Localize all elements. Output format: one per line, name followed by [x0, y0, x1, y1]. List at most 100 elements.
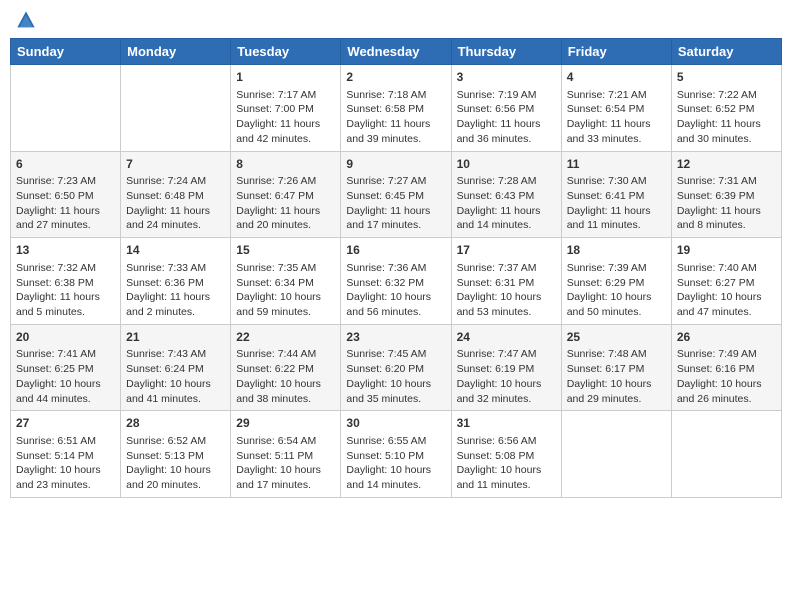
sunset-text: Sunset: 6:52 PM [677, 102, 776, 117]
calendar-cell [561, 411, 671, 498]
daylight-text: Daylight: 11 hours and 11 minutes. [567, 204, 666, 233]
day-number: 13 [16, 242, 115, 259]
sunrise-text: Sunrise: 7:49 AM [677, 347, 776, 362]
sunset-text: Sunset: 5:14 PM [16, 449, 115, 464]
calendar-cell: 18Sunrise: 7:39 AMSunset: 6:29 PMDayligh… [561, 238, 671, 325]
sunset-text: Sunset: 5:08 PM [457, 449, 556, 464]
calendar-cell: 16Sunrise: 7:36 AMSunset: 6:32 PMDayligh… [341, 238, 451, 325]
day-number: 6 [16, 156, 115, 173]
cell-content: 19Sunrise: 7:40 AMSunset: 6:27 PMDayligh… [677, 242, 776, 320]
sunrise-text: Sunrise: 7:22 AM [677, 88, 776, 103]
calendar-cell [671, 411, 781, 498]
calendar-cell: 9Sunrise: 7:27 AMSunset: 6:45 PMDaylight… [341, 151, 451, 238]
day-number: 15 [236, 242, 335, 259]
page-header [10, 10, 782, 30]
sunrise-text: Sunrise: 7:21 AM [567, 88, 666, 103]
logo [14, 10, 40, 30]
cell-content: 18Sunrise: 7:39 AMSunset: 6:29 PMDayligh… [567, 242, 666, 320]
sunrise-text: Sunrise: 7:40 AM [677, 261, 776, 276]
cell-content: 17Sunrise: 7:37 AMSunset: 6:31 PMDayligh… [457, 242, 556, 320]
sunset-text: Sunset: 6:45 PM [346, 189, 445, 204]
sunrise-text: Sunrise: 7:23 AM [16, 174, 115, 189]
sunrise-text: Sunrise: 6:54 AM [236, 434, 335, 449]
calendar-week-row: 6Sunrise: 7:23 AMSunset: 6:50 PMDaylight… [11, 151, 782, 238]
calendar-cell: 26Sunrise: 7:49 AMSunset: 6:16 PMDayligh… [671, 324, 781, 411]
daylight-text: Daylight: 11 hours and 14 minutes. [457, 204, 556, 233]
calendar-cell: 2Sunrise: 7:18 AMSunset: 6:58 PMDaylight… [341, 65, 451, 152]
sunset-text: Sunset: 6:22 PM [236, 362, 335, 377]
cell-content: 14Sunrise: 7:33 AMSunset: 6:36 PMDayligh… [126, 242, 225, 320]
cell-content: 20Sunrise: 7:41 AMSunset: 6:25 PMDayligh… [16, 329, 115, 407]
daylight-text: Daylight: 11 hours and 20 minutes. [236, 204, 335, 233]
day-number: 1 [236, 69, 335, 86]
sunset-text: Sunset: 6:29 PM [567, 276, 666, 291]
calendar-cell: 31Sunrise: 6:56 AMSunset: 5:08 PMDayligh… [451, 411, 561, 498]
daylight-text: Daylight: 11 hours and 24 minutes. [126, 204, 225, 233]
cell-content: 29 Sunrise: 6:54 AMSunset: 5:11 PMDayligh… [236, 415, 335, 493]
day-number: 17 [457, 242, 556, 259]
sunrise-text: Sunrise: 7:31 AM [677, 174, 776, 189]
calendar-table: SundayMondayTuesdayWednesdayThursdayFrid… [10, 38, 782, 498]
daylight-text: Daylight: 11 hours and 5 minutes. [16, 290, 115, 319]
daylight-text: Daylight: 11 hours and 17 minutes. [346, 204, 445, 233]
daylight-text: Daylight: 11 hours and 42 minutes. [236, 117, 335, 146]
day-number: 21 [126, 329, 225, 346]
day-number: 24 [457, 329, 556, 346]
daylight-text: Daylight: 10 hours and 17 minutes. [236, 463, 335, 492]
cell-content: 1Sunrise: 7:17 AMSunset: 7:00 PMDaylight… [236, 69, 335, 147]
daylight-text: Daylight: 10 hours and 32 minutes. [457, 377, 556, 406]
daylight-text: Daylight: 10 hours and 44 minutes. [16, 377, 115, 406]
day-number: 5 [677, 69, 776, 86]
daylight-text: Daylight: 10 hours and 20 minutes. [126, 463, 225, 492]
sunrise-text: Sunrise: 7:19 AM [457, 88, 556, 103]
calendar-cell: 15Sunrise: 7:35 AMSunset: 6:34 PMDayligh… [231, 238, 341, 325]
sunrise-text: Sunrise: 7:44 AM [236, 347, 335, 362]
calendar-cell: 1Sunrise: 7:17 AMSunset: 7:00 PMDaylight… [231, 65, 341, 152]
calendar-cell: 20Sunrise: 7:41 AMSunset: 6:25 PMDayligh… [11, 324, 121, 411]
sunset-text: Sunset: 6:47 PM [236, 189, 335, 204]
calendar-cell: 14Sunrise: 7:33 AMSunset: 6:36 PMDayligh… [121, 238, 231, 325]
sunrise-text: Sunrise: 7:47 AM [457, 347, 556, 362]
calendar-cell: 21Sunrise: 7:43 AMSunset: 6:24 PMDayligh… [121, 324, 231, 411]
cell-content: 15Sunrise: 7:35 AMSunset: 6:34 PMDayligh… [236, 242, 335, 320]
day-number: 8 [236, 156, 335, 173]
sunrise-text: Sunrise: 7:28 AM [457, 174, 556, 189]
sunset-text: Sunset: 6:48 PM [126, 189, 225, 204]
sunset-text: Sunset: 6:32 PM [346, 276, 445, 291]
daylight-text: Daylight: 11 hours and 30 minutes. [677, 117, 776, 146]
day-number: 20 [16, 329, 115, 346]
sunrise-text: Sunrise: 6:55 AM [346, 434, 445, 449]
day-of-week-header: Thursday [451, 39, 561, 65]
sunset-text: Sunset: 6:43 PM [457, 189, 556, 204]
calendar-cell: 22Sunrise: 7:44 AMSunset: 6:22 PMDayligh… [231, 324, 341, 411]
day-of-week-header: Friday [561, 39, 671, 65]
sunset-text: Sunset: 6:31 PM [457, 276, 556, 291]
sunrise-text: Sunrise: 7:41 AM [16, 347, 115, 362]
sunset-text: Sunset: 5:11 PM [236, 449, 335, 464]
calendar-cell: 11Sunrise: 7:30 AMSunset: 6:41 PMDayligh… [561, 151, 671, 238]
calendar-week-row: 1Sunrise: 7:17 AMSunset: 7:00 PMDaylight… [11, 65, 782, 152]
day-number: 25 [567, 329, 666, 346]
calendar-cell: 8Sunrise: 7:26 AMSunset: 6:47 PMDaylight… [231, 151, 341, 238]
daylight-text: Daylight: 10 hours and 41 minutes. [126, 377, 225, 406]
sunset-text: Sunset: 6:36 PM [126, 276, 225, 291]
sunrise-text: Sunrise: 7:24 AM [126, 174, 225, 189]
sunrise-text: Sunrise: 6:56 AM [457, 434, 556, 449]
calendar-cell: 6Sunrise: 7:23 AMSunset: 6:50 PMDaylight… [11, 151, 121, 238]
sunrise-text: Sunrise: 7:32 AM [16, 261, 115, 276]
logo-icon [16, 10, 36, 30]
sunrise-text: Sunrise: 7:37 AM [457, 261, 556, 276]
cell-content: 23Sunrise: 7:45 AMSunset: 6:20 PMDayligh… [346, 329, 445, 407]
calendar-cell: 3Sunrise: 7:19 AMSunset: 6:56 PMDaylight… [451, 65, 561, 152]
day-number: 29 [236, 415, 335, 432]
calendar-cell: 23Sunrise: 7:45 AMSunset: 6:20 PMDayligh… [341, 324, 451, 411]
cell-content: 21Sunrise: 7:43 AMSunset: 6:24 PMDayligh… [126, 329, 225, 407]
calendar-cell [11, 65, 121, 152]
sunset-text: Sunset: 5:10 PM [346, 449, 445, 464]
day-number: 11 [567, 156, 666, 173]
day-number: 18 [567, 242, 666, 259]
cell-content: 27Sunrise: 6:51 AMSunset: 5:14 PMDayligh… [16, 415, 115, 493]
day-number: 4 [567, 69, 666, 86]
day-of-week-header: Sunday [11, 39, 121, 65]
day-of-week-header: Wednesday [341, 39, 451, 65]
